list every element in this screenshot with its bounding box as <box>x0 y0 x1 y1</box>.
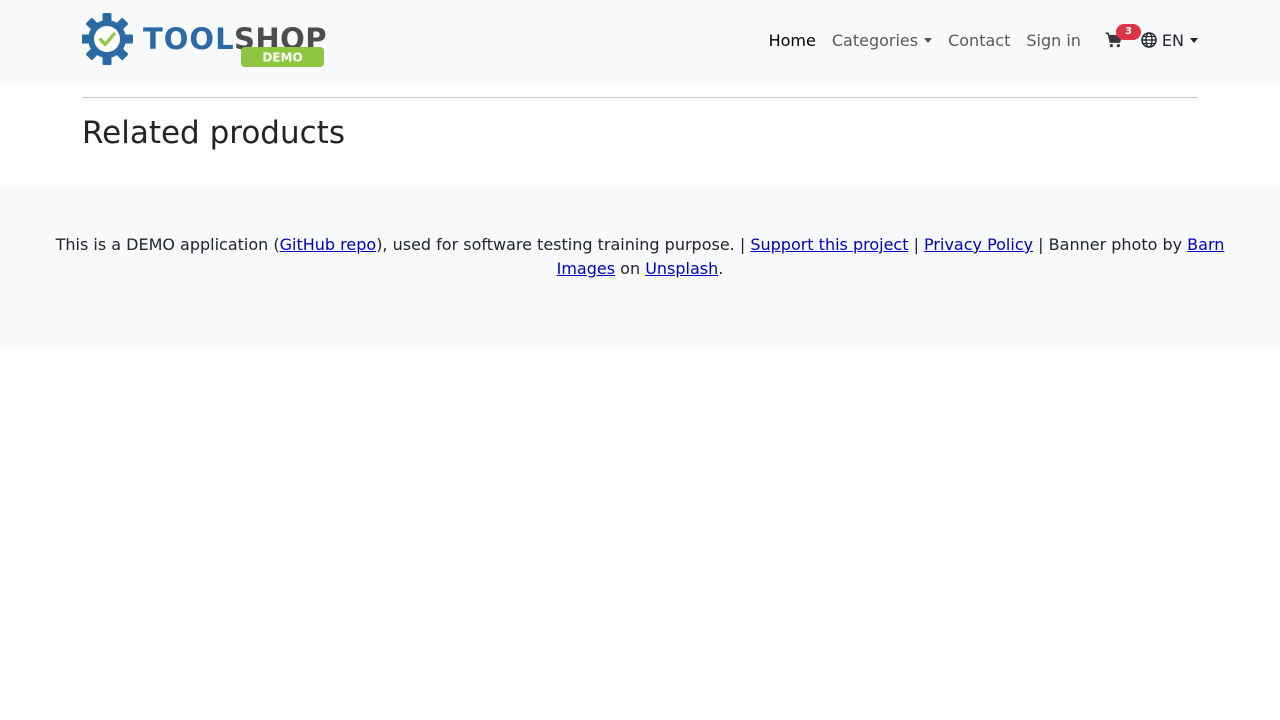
related-products-title: Related products <box>82 115 345 151</box>
nav-categories-label: Categories <box>831 30 919 50</box>
logo-text-tool: TOOL <box>143 22 235 56</box>
footer-text-part: This is a DEMO application ( <box>55 235 280 254</box>
main-nav: Home Categories Contact Sign in 3 EN <box>761 24 1198 52</box>
toolshop-logo-graphic: TOOL SHOP DEMO <box>81 13 327 67</box>
globe-icon <box>1141 32 1157 48</box>
language-label: EN <box>1161 30 1184 50</box>
footer-text-part: . <box>718 259 724 278</box>
footer-text-part: on <box>615 259 646 278</box>
nav-contact-link[interactable]: Contact <box>940 31 1018 50</box>
chevron-down-icon <box>1190 37 1198 43</box>
nav-categories-dropdown[interactable]: Categories <box>824 31 940 50</box>
footer-text: This is a DEMO application (GitHub repo)… <box>40 233 1240 281</box>
cart-count-badge: 3 <box>1115 24 1141 40</box>
unsplash-link[interactable]: Unsplash <box>645 259 718 278</box>
support-project-link[interactable]: Support this project <box>750 235 908 254</box>
footer-text-part: ), used for software testing training pu… <box>376 235 751 254</box>
language-dropdown[interactable]: EN <box>1141 31 1198 50</box>
privacy-policy-link[interactable]: Privacy Policy <box>924 235 1033 254</box>
github-repo-link[interactable]: GitHub repo <box>280 235 377 254</box>
section-divider <box>82 97 1198 98</box>
nav-sign-in-link[interactable]: Sign in <box>1018 31 1089 50</box>
nav-home-link[interactable]: Home <box>761 31 824 50</box>
chevron-down-icon <box>924 37 933 43</box>
logo-demo-text: DEMO <box>262 51 302 65</box>
footer-text-part: | Banner photo by <box>1033 235 1188 254</box>
navbar: TOOL SHOP DEMO Home Categories Contact S… <box>0 0 1280 81</box>
footer-separator: | <box>908 235 925 254</box>
toolshop-logo[interactable]: TOOL SHOP DEMO <box>81 12 328 68</box>
cart-button[interactable]: 3 <box>1101 24 1141 48</box>
footer: This is a DEMO application (GitHub repo)… <box>0 185 1280 345</box>
